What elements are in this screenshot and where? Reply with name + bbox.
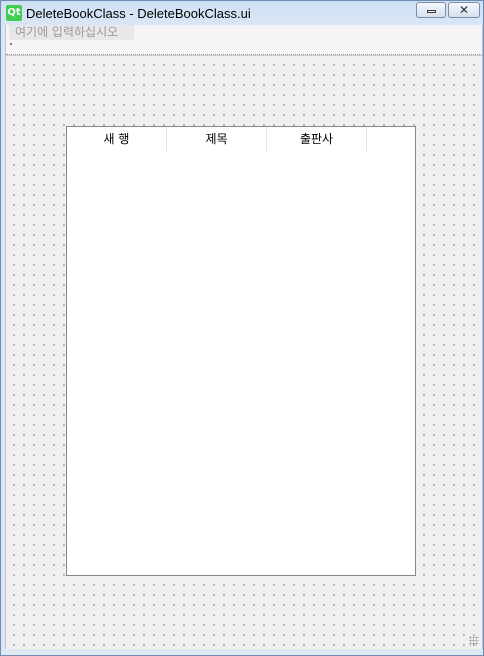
close-icon: ✕	[458, 3, 470, 17]
minimize-button[interactable]	[416, 2, 446, 18]
book-table-widget[interactable]: 새 행 제목 출판사	[66, 126, 416, 576]
qt-logo-icon: Qt	[6, 5, 22, 21]
column-header-publisher[interactable]: 출판사	[267, 127, 367, 151]
column-header-title[interactable]: 제목	[167, 127, 267, 151]
form-canvas[interactable]: 여기에 입력하십시오 새 행 제목 출판사	[5, 25, 483, 649]
table-header-row: 새 행 제목 출판사	[67, 127, 415, 151]
title-bar[interactable]: Qt DeleteBookClass - DeleteBookClass.ui …	[1, 1, 483, 23]
minimize-icon	[417, 3, 445, 17]
menu-separator	[6, 54, 482, 55]
close-button[interactable]: ✕	[448, 2, 480, 18]
menu-placeholder-item[interactable]: 여기에 입력하십시오	[9, 25, 134, 40]
column-header-new-row[interactable]: 새 행	[67, 127, 167, 151]
window-title: DeleteBookClass - DeleteBookClass.ui	[26, 6, 251, 21]
menu-bar[interactable]: 여기에 입력하십시오	[6, 25, 482, 56]
resize-grip-icon[interactable]	[469, 636, 479, 646]
menu-dot-marker	[10, 43, 12, 45]
designer-window: Qt DeleteBookClass - DeleteBookClass.ui …	[0, 0, 484, 656]
